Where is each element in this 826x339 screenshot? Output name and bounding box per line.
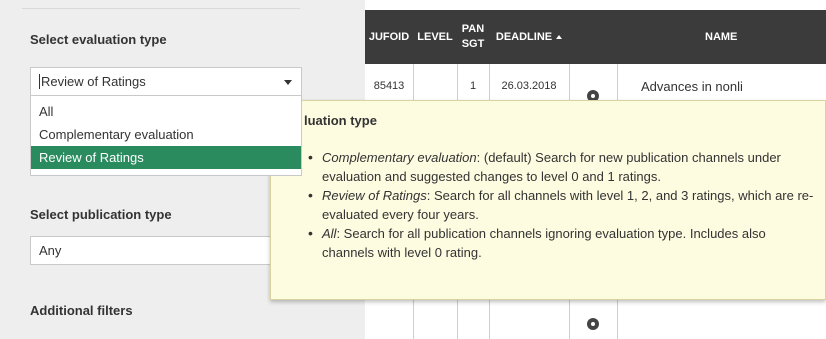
evaluation-type-dropdown: All Complementary evaluation Review of R…: [30, 96, 302, 176]
column-header-deadline[interactable]: DEADLINE: [489, 10, 569, 64]
column-header-action: [569, 10, 617, 64]
publication-type-select[interactable]: Any: [30, 236, 275, 265]
column-header-jufoid[interactable]: JUFOID: [365, 10, 413, 64]
evaluation-type-label: Select evaluation type: [30, 32, 167, 47]
evaluation-type-value: Review of Ratings: [41, 74, 146, 89]
tooltip-item-complementary: Complementary evaluation: (default) Sear…: [304, 148, 814, 186]
tooltip-title: luation type: [304, 113, 377, 128]
dropdown-option-review-of-ratings[interactable]: Review of Ratings: [31, 146, 301, 169]
table-header: JUFOID LEVEL PAN SGT DEADLINE NAME: [365, 10, 826, 64]
publication-type-value: Any: [39, 243, 62, 258]
column-header-name[interactable]: NAME: [705, 10, 745, 64]
tooltip-list: Complementary evaluation: (default) Sear…: [304, 148, 814, 262]
tooltip-item-review-of-ratings: Review of Ratings: Search for all channe…: [304, 186, 814, 224]
evaluation-type-select[interactable]: Review of Ratings: [30, 67, 302, 96]
table-row[interactable]: [365, 300, 826, 339]
sort-ascending-icon: [556, 35, 563, 39]
evaluation-type-tooltip: luation type Complementary evaluation: (…: [270, 100, 826, 300]
text-cursor: [39, 74, 40, 89]
tooltip-item-all: All: Search for all publication channels…: [304, 224, 814, 262]
dropdown-option-complementary[interactable]: Complementary evaluation: [31, 123, 301, 146]
column-header-pansgt[interactable]: PAN SGT: [457, 10, 489, 64]
chevron-down-icon: [284, 80, 292, 85]
publication-type-label: Select publication type: [30, 207, 172, 222]
divider: [22, 8, 300, 9]
gear-icon[interactable]: [587, 318, 599, 330]
dropdown-option-all[interactable]: All: [31, 100, 301, 123]
additional-filters-label[interactable]: Additional filters: [30, 303, 133, 318]
column-header-level[interactable]: LEVEL: [413, 10, 457, 64]
